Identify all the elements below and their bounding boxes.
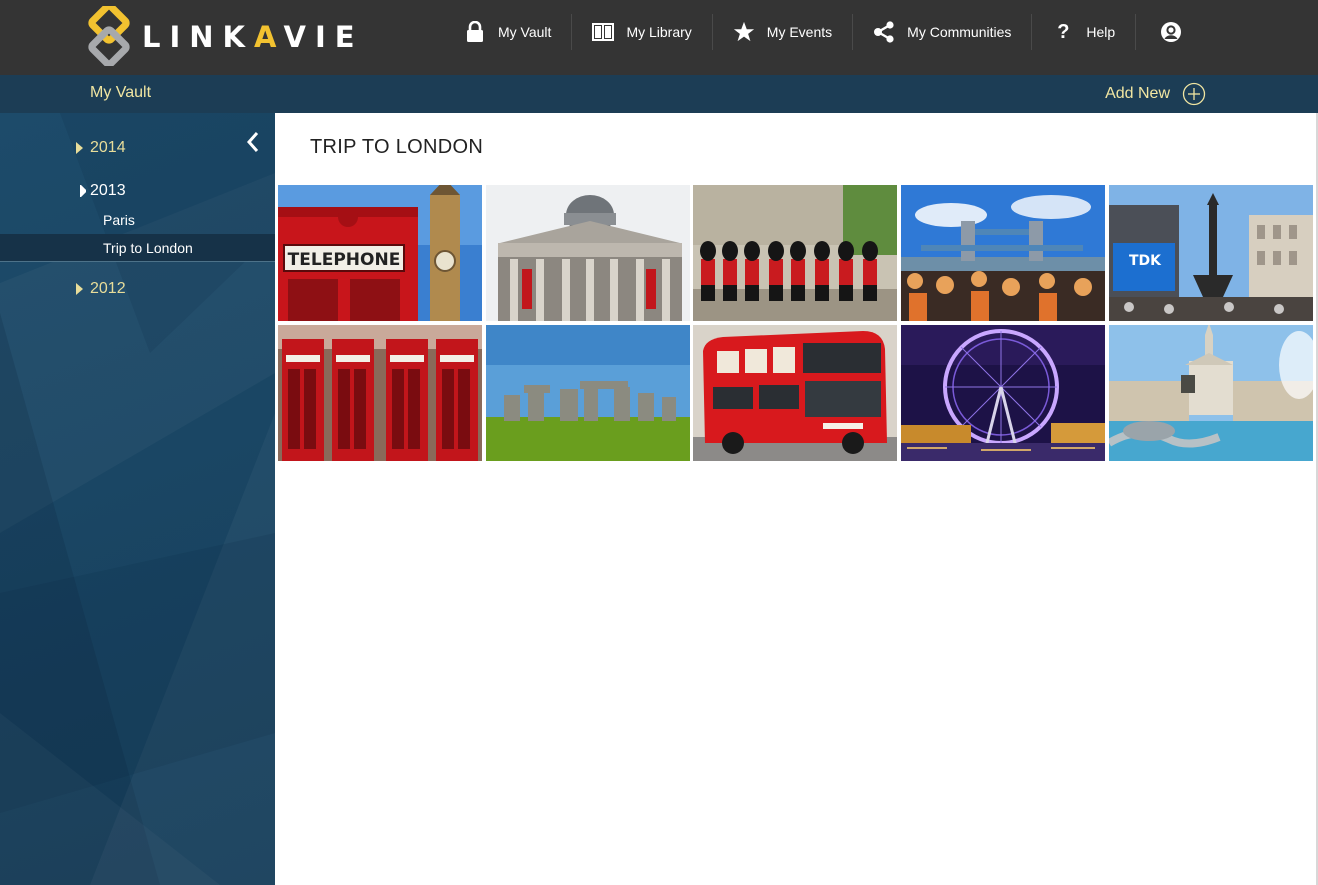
photo-caption: TELEPHONE bbox=[288, 250, 401, 270]
nav-label: My Events bbox=[766, 24, 833, 40]
photo-image bbox=[1109, 325, 1313, 461]
photo-caption: TDK bbox=[1129, 253, 1162, 269]
photo-stonehenge[interactable] bbox=[486, 325, 690, 461]
add-new-button[interactable]: Add New bbox=[1105, 82, 1206, 106]
photo-image: TELEPHONE bbox=[278, 185, 482, 321]
caret-right-icon bbox=[76, 142, 83, 154]
photo-piccadilly-circus[interactable]: TDK bbox=[1109, 185, 1313, 321]
year-label: 2012 bbox=[90, 280, 126, 297]
top-navigation-bar: LINKAVIE My Vault My Library My Events M… bbox=[0, 0, 1318, 75]
linkavie-logo[interactable]: LINKAVIE bbox=[86, 6, 356, 66]
photo-london-eye-night[interactable] bbox=[901, 325, 1105, 461]
photo-red-double-decker-bus[interactable] bbox=[693, 325, 897, 461]
year-label: 2014 bbox=[90, 139, 126, 156]
photo-image bbox=[901, 325, 1105, 461]
sidebar: 2014 2013 Paris Trip to London 2012 bbox=[0, 113, 275, 885]
year-label: 2013 bbox=[90, 182, 126, 199]
lock-icon bbox=[464, 21, 486, 43]
album-paris[interactable]: Paris bbox=[0, 206, 275, 234]
nav-label: Help bbox=[1086, 24, 1116, 40]
caret-down-icon bbox=[80, 185, 86, 197]
logo-mark-icon bbox=[88, 6, 130, 66]
album-trip-to-london[interactable]: Trip to London bbox=[0, 234, 275, 262]
photo-image bbox=[693, 185, 897, 321]
photo-tower-bridge-crowd[interactable] bbox=[901, 185, 1105, 321]
section-title: My Vault bbox=[90, 84, 152, 101]
photo-image bbox=[693, 325, 897, 461]
photo-image bbox=[901, 185, 1105, 321]
sub-header-bar: My Vault Add New bbox=[0, 75, 1318, 113]
nav-my-events[interactable]: My Events bbox=[713, 14, 854, 50]
main-nav: My Vault My Library My Events My Communi… bbox=[444, 14, 1206, 60]
year-2012[interactable]: 2012 bbox=[0, 274, 275, 304]
help-icon: ? bbox=[1057, 21, 1070, 43]
nav-my-vault[interactable]: My Vault bbox=[444, 14, 573, 50]
logo-wordmark: LINKAVIE bbox=[142, 20, 364, 54]
caret-right-icon bbox=[76, 283, 83, 295]
photo-red-phone-boxes[interactable] bbox=[278, 325, 482, 461]
book-icon bbox=[592, 21, 615, 43]
year-2014[interactable]: 2014 bbox=[0, 133, 275, 163]
photo-trafalgar-square-fountain[interactable] bbox=[1109, 325, 1313, 461]
nav-label: My Vault bbox=[498, 24, 552, 40]
user-menu[interactable] bbox=[1136, 14, 1206, 50]
photo-image bbox=[486, 185, 690, 321]
album-view: TRIP TO LONDON TELEPHONE TDK bbox=[275, 113, 1318, 885]
star-icon bbox=[733, 21, 755, 43]
nav-my-library[interactable]: My Library bbox=[572, 14, 713, 50]
photo-telephone-booth-big-ben[interactable]: TELEPHONE bbox=[278, 185, 482, 321]
add-new-label: Add New bbox=[1105, 85, 1170, 102]
share-icon bbox=[873, 21, 895, 43]
album-title: TRIP TO LONDON bbox=[310, 136, 484, 158]
user-avatar-icon bbox=[1160, 21, 1182, 43]
year-2013[interactable]: 2013 bbox=[0, 176, 275, 206]
photo-queens-guard-parade[interactable] bbox=[693, 185, 897, 321]
photo-image bbox=[278, 325, 482, 461]
nav-label: My Communities bbox=[907, 24, 1012, 40]
photo-image: TDK bbox=[1109, 185, 1313, 321]
nav-label: My Library bbox=[626, 24, 692, 40]
photo-image bbox=[486, 325, 690, 461]
nav-my-communities[interactable]: My Communities bbox=[853, 14, 1033, 50]
nav-help[interactable]: ? Help bbox=[1032, 14, 1137, 50]
plus-circle-icon bbox=[1182, 82, 1206, 106]
photo-national-gallery[interactable] bbox=[486, 185, 690, 321]
year-tree: 2014 2013 Paris Trip to London 2012 bbox=[0, 133, 275, 304]
